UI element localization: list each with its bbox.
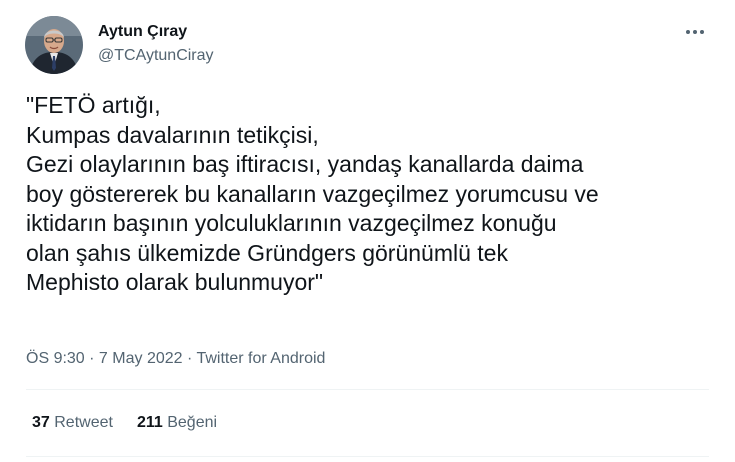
author-avatar[interactable] (25, 16, 83, 74)
author-handle[interactable]: @TCAytunCiray (98, 46, 214, 66)
divider (26, 389, 709, 390)
retweets-label: Retweet (54, 414, 113, 431)
tweet-text-line: Mephisto olarak bulunmuyor" (26, 269, 324, 295)
retweets-stat[interactable]: 37 Retweet (32, 413, 113, 433)
tweet-metadata: ÖS 9:30 · 7 May 2022 · Twitter for Andro… (26, 349, 325, 369)
tweet-time[interactable]: ÖS 9:30 (26, 350, 85, 367)
retweets-count: 37 (32, 414, 50, 431)
tweet-text-line: Gezi olaylarının baş iftiracısı, yandaş … (26, 151, 584, 177)
meta-separator: · (182, 350, 197, 367)
tweet-text-line: olan şahıs ülkemizde Gründgers görünümlü… (26, 239, 508, 266)
tweet-stats: 37 Retweet 211 Beğeni (32, 413, 217, 433)
tweet-card: Aytun Çıray @TCAytunCiray "FETÖ artığı, … (0, 0, 735, 462)
tweet-source[interactable]: Twitter for Android (196, 350, 325, 367)
author-display-name[interactable]: Aytun Çıray (98, 22, 214, 42)
tweet-date[interactable]: 7 May 2022 (99, 350, 183, 367)
meta-separator: · (84, 350, 99, 367)
divider (26, 456, 709, 457)
user-avatar-icon (25, 16, 83, 74)
author-info: Aytun Çıray @TCAytunCiray (98, 22, 214, 66)
tweet-text: "FETÖ artığı, Kumpas davalarının tetikçi… (26, 91, 716, 298)
tweet-text-line: boy göstererek bu kanalların vazgeçilmez… (26, 180, 599, 207)
likes-stat[interactable]: 211 Beğeni (137, 413, 217, 433)
tweet-text-line: iktidarın başının yolculuklarının vazgeç… (26, 210, 557, 236)
more-options-button[interactable] (683, 22, 707, 42)
ellipsis-icon (686, 30, 704, 34)
tweet-text-line: Kumpas davalarının tetikçisi, (26, 121, 319, 148)
likes-label: Beğeni (167, 414, 218, 431)
tweet-text-line: "FETÖ artığı, (26, 92, 161, 118)
likes-count: 211 (136, 414, 163, 431)
